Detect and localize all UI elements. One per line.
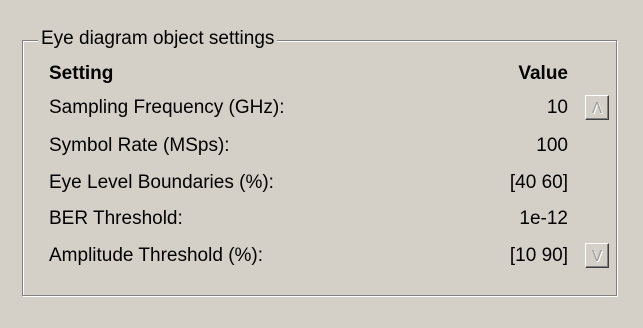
- sampling-frequency-label: Sampling Frequency (GHz):: [49, 97, 285, 118]
- scroll-up-button[interactable]: Λ: [585, 95, 609, 120]
- ber-threshold-value: 1e-12: [519, 208, 568, 229]
- symbol-rate-label: Symbol Rate (MSps):: [49, 135, 230, 156]
- amplitude-threshold-value: [10 90]: [509, 245, 568, 266]
- symbol-rate-value: 100: [536, 135, 568, 156]
- scroll-down-button[interactable]: V: [585, 243, 609, 268]
- sampling-frequency-value: 10: [546, 97, 568, 118]
- ber-threshold-label: BER Threshold:: [49, 208, 183, 229]
- eye-level-boundaries-value: [40 60]: [509, 172, 568, 193]
- eye-level-boundaries-label: Eye Level Boundaries (%):: [49, 172, 274, 193]
- eye-diagram-settings-panel: Eye diagram object settings Setting Valu…: [0, 0, 643, 328]
- amplitude-threshold-label: Amplitude Threshold (%):: [49, 245, 264, 266]
- up-arrow-icon: Λ: [591, 98, 603, 117]
- setting-column-header: Setting: [49, 63, 114, 84]
- groupbox-title: Eye diagram object settings: [38, 26, 278, 52]
- value-column-header: Value: [518, 63, 568, 84]
- down-arrow-icon: V: [591, 246, 603, 265]
